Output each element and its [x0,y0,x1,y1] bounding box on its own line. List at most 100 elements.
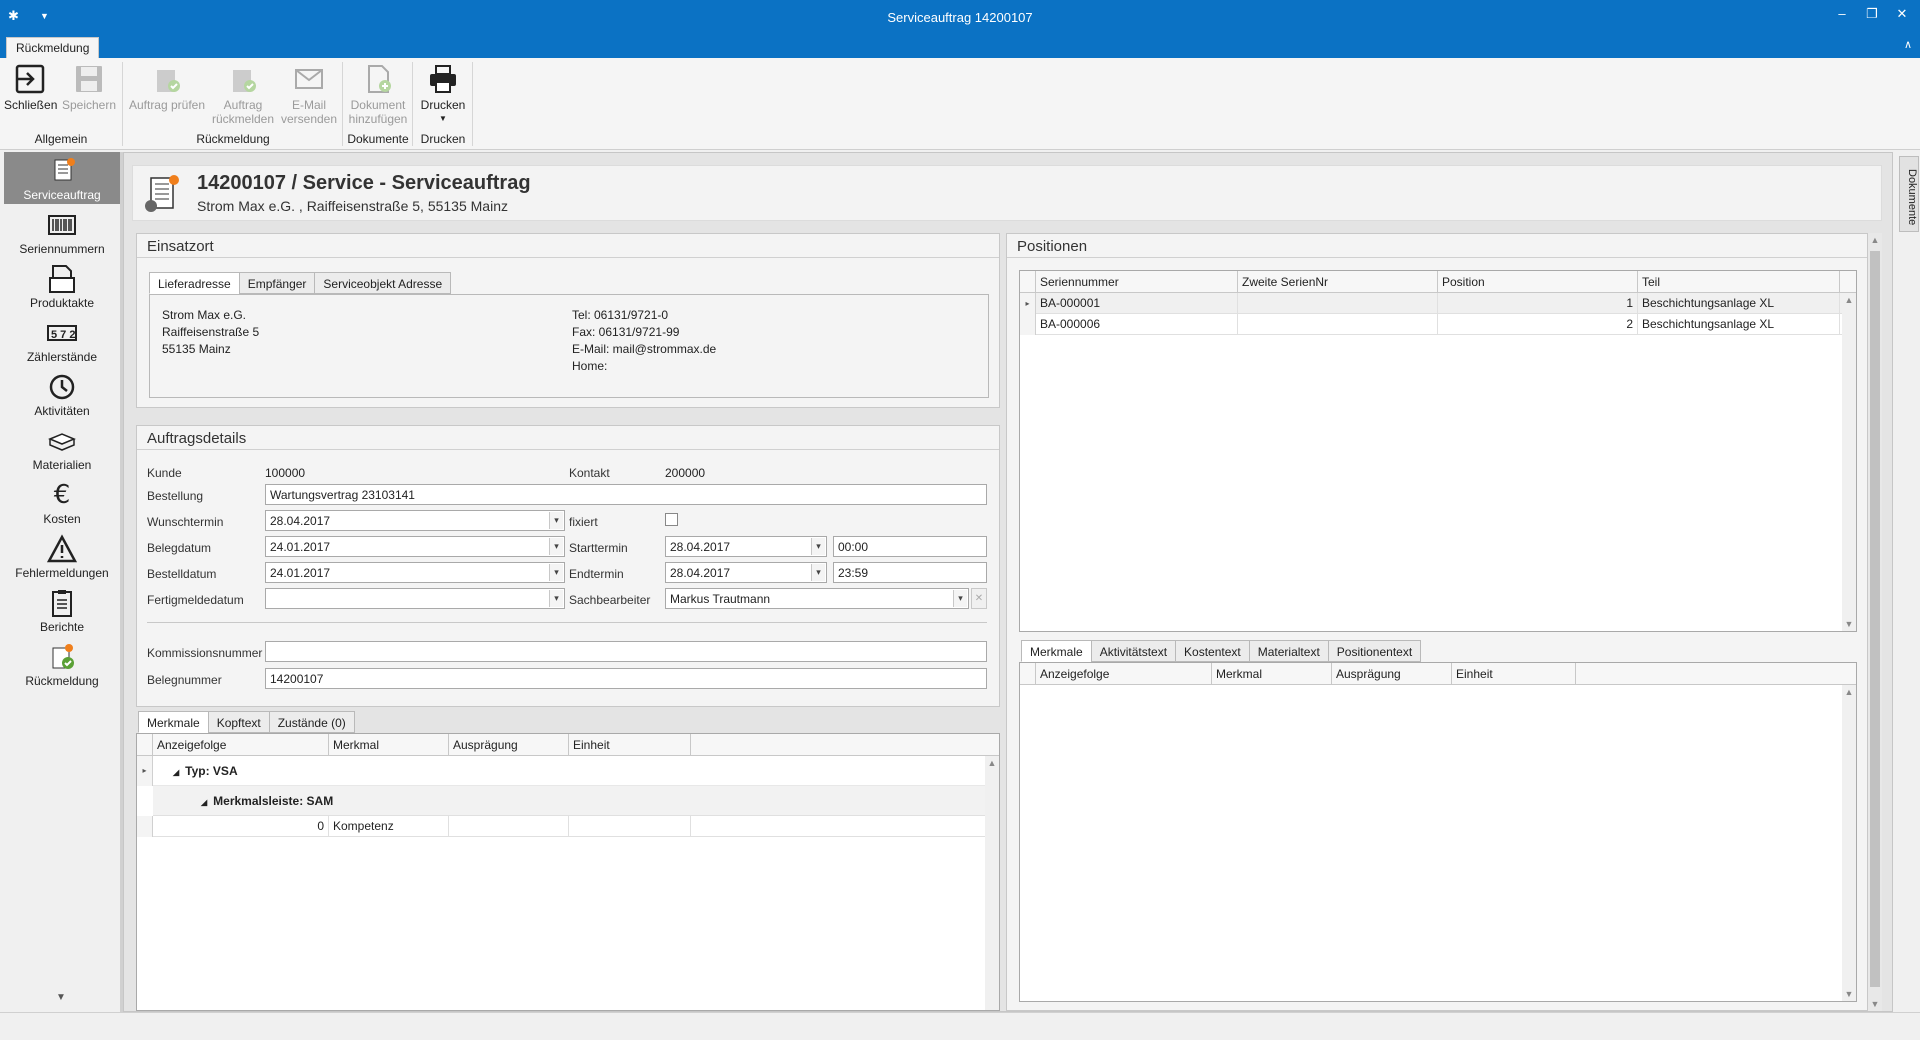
report-order-button[interactable]: Auftrag rückmelden [208,62,278,126]
positionen-scrollbar[interactable]: ▲ ▼ [1842,293,1856,631]
nav-item-berichte[interactable]: Berichte [4,584,120,636]
bestellung-input[interactable]: Wartungsvertrag 23103141 [265,484,987,505]
cell-zweite-seriennr[interactable] [1238,314,1438,335]
collapse-icon[interactable]: ◢ [173,768,179,777]
cell-anzeigefolge[interactable]: 0 [153,816,329,837]
scroll-down-icon[interactable]: ▼ [1842,989,1856,999]
tab-aktivitaetstext[interactable]: Aktivitätstext [1090,640,1176,662]
endzeit-input[interactable]: 23:59 [833,562,987,583]
print-button[interactable]: Drucken ▼ [416,62,470,126]
nav-item-materialien[interactable]: Materialien [4,422,120,474]
nav-item-aktivitaeten[interactable]: Aktivitäten [4,368,120,420]
tab-merkmale-position[interactable]: Merkmale [1021,640,1091,662]
col-position[interactable]: Position [1438,271,1638,293]
col-einheit[interactable]: Einheit [569,734,691,756]
nav-item-seriennummern[interactable]: Seriennummern [4,206,120,258]
nav-item-rueckmeldung[interactable]: Rückmeldung [4,638,120,690]
fixiert-checkbox[interactable] [665,513,678,526]
col-merkmal[interactable]: Merkmal [329,734,449,756]
main-scrollbar[interactable]: ▲ ▼ [1868,233,1882,1011]
wunschtermin-input[interactable]: 28.04.2017 ▾ [265,510,565,531]
scroll-up-icon[interactable]: ▲ [1842,295,1856,305]
col-einheit[interactable]: Einheit [1452,663,1576,685]
col-anzeigefolge[interactable]: Anzeigefolge [1036,663,1212,685]
restore-button[interactable]: ❐ [1860,6,1884,26]
chevron-down-icon[interactable]: ▾ [953,590,967,607]
tab-serviceobjekt-adresse[interactable]: Serviceobjekt Adresse [314,272,452,294]
cell-zweite-seriennr[interactable] [1238,293,1438,314]
belegnummer-input[interactable]: 14200107 [265,668,987,689]
nav-item-fehlermeldungen[interactable]: Fehlermeldungen [4,530,120,582]
scroll-thumb[interactable] [1870,251,1880,987]
collapse-icon[interactable]: ◢ [201,798,207,807]
cell-merkmal[interactable]: Kompetenz [329,816,449,837]
nav-item-produktakte[interactable]: Produktakte [4,260,120,312]
group-row-typ[interactable]: ▸ ◢ Typ: VSA [137,756,999,786]
tab-merkmale[interactable]: Merkmale [138,711,208,733]
table-row[interactable]: 0 Kompetenz [137,816,999,837]
nav-more-icon[interactable]: ▼ [56,992,66,1003]
nav-item-kosten[interactable]: € Kosten [4,476,120,528]
chevron-down-icon[interactable]: ▾ [549,538,563,555]
table-row[interactable]: ▸ BA-000001 1 Beschichtungsanlage XL [1020,293,1856,314]
row-expand-icon[interactable]: ▸ [137,756,153,786]
tab-empfaenger[interactable]: Empfänger [238,272,315,294]
cell-position[interactable]: 1 [1438,293,1638,314]
chevron-down-icon[interactable]: ▾ [549,564,563,581]
tab-lieferadresse[interactable]: Lieferadresse [149,272,239,294]
tab-positionentext[interactable]: Positionentext [1327,640,1422,662]
save-button[interactable]: Speichern [60,62,118,112]
group-row-merkmalsleiste[interactable]: ◢ Merkmalsleiste: SAM [137,786,999,816]
scroll-up-icon[interactable]: ▲ [1842,687,1856,697]
startzeit-input[interactable]: 00:00 [833,536,987,557]
belegdatum-input[interactable]: 24.01.2017 ▾ [265,536,565,557]
close-button[interactable]: Schließen [4,62,57,112]
endtermin-input[interactable]: 28.04.2017 ▾ [665,562,827,583]
chevron-down-icon[interactable]: ▾ [549,512,563,529]
starttermin-input[interactable]: 28.04.2017 ▾ [665,536,827,557]
sachbearbeiter-input[interactable]: Markus Trautmann ▾ [665,588,969,609]
col-auspraegung[interactable]: Ausprägung [449,734,569,756]
tab-materialtext[interactable]: Materialtext [1248,640,1328,662]
scroll-up-icon[interactable]: ▲ [985,758,999,768]
ribbon-tab-rueckmeldung[interactable]: Rückmeldung [6,37,100,58]
minimize-button[interactable]: – [1830,6,1854,26]
bestelldatum-input[interactable]: 24.01.2017 ▾ [265,562,565,583]
table-row[interactable]: BA-000006 2 Beschichtungsanlage XL [1020,314,1856,335]
scroll-down-icon[interactable]: ▼ [1868,999,1882,1009]
tab-kostentext[interactable]: Kostentext [1175,640,1249,662]
fertigmeldedatum-input[interactable]: ▾ [265,588,565,609]
print-dropdown-icon[interactable]: ▼ [416,112,470,126]
clear-sachbearbeiter-icon[interactable]: ✕ [971,588,987,609]
scroll-down-icon[interactable]: ▼ [1842,619,1856,629]
send-email-button[interactable]: E-Mail versenden [278,62,340,126]
check-order-button[interactable]: Auftrag prüfen [126,62,208,112]
nav-item-serviceauftrag[interactable]: Serviceauftrag [4,152,120,204]
chevron-down-icon[interactable]: ▾ [811,538,825,555]
cell-teil[interactable]: Beschichtungsanlage XL [1638,293,1840,314]
documents-dock-tab[interactable]: Dokumente [1899,156,1919,232]
ribbon-collapse-icon[interactable]: ∧ [1904,38,1912,51]
cell-seriennummer[interactable]: BA-000006 [1036,314,1238,335]
close-window-button[interactable]: ✕ [1890,6,1914,26]
cell-auspraegung[interactable] [449,816,569,837]
chevron-down-icon[interactable]: ▾ [549,590,563,607]
merkmale-scrollbar[interactable]: ▲ [985,756,999,1010]
kommissionsnummer-input[interactable] [265,641,987,662]
cell-position[interactable]: 2 [1438,314,1638,335]
cell-teil[interactable]: Beschichtungsanlage XL [1638,314,1840,335]
col-merkmal[interactable]: Merkmal [1212,663,1332,685]
chevron-down-icon[interactable]: ▾ [811,564,825,581]
cell-seriennummer[interactable]: BA-000001 [1036,293,1238,314]
nav-item-zaehlerstaende[interactable]: 5 7 2 Zählerstände [4,314,120,366]
col-seriennummer[interactable]: Seriennummer [1036,271,1238,293]
scroll-up-icon[interactable]: ▲ [1868,235,1882,245]
tab-zustaende[interactable]: Zustände (0) [268,711,355,733]
col-zweite-seriennr[interactable]: Zweite SerienNr [1238,271,1438,293]
tab-kopftext[interactable]: Kopftext [207,711,269,733]
col-auspraegung[interactable]: Ausprägung [1332,663,1452,685]
col-teil[interactable]: Teil [1638,271,1840,293]
cell-einheit[interactable] [569,816,691,837]
col-anzeigefolge[interactable]: Anzeigefolge [153,734,329,756]
add-document-button[interactable]: Dokument hinzufügen [346,62,410,126]
